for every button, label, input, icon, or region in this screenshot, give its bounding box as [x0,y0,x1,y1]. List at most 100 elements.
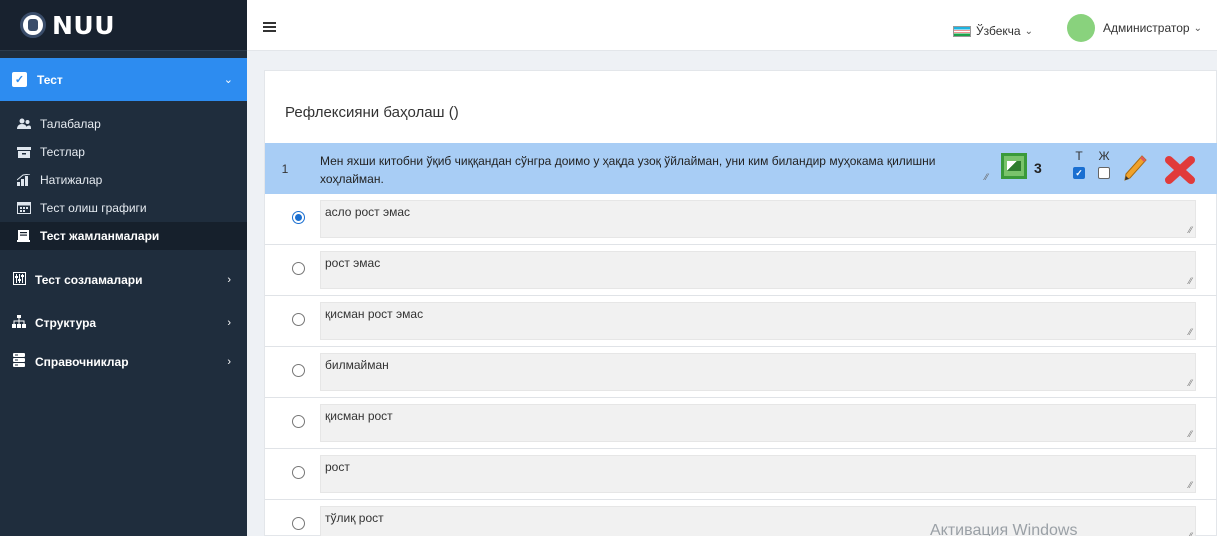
answer-row: билмайман ⁄⁄ [265,347,1217,398]
chevron-down-icon: ⌄ [223,74,233,86]
sidebar-item-results[interactable]: Натижалар [0,166,247,194]
menu-item-label: Справочниклар [35,354,129,369]
answer-text: асло рост эмас [325,205,411,219]
answer-text: қисман рост эмас [325,307,424,321]
close-icon [1165,156,1195,184]
resize-handle-icon[interactable]: ⁄⁄ [1189,531,1192,536]
answer-text: тўлиқ рост [325,511,384,525]
page-title: Рефлексияни баҳолаш () [285,104,459,121]
sidebar-item-label: Натижалар [40,173,103,187]
user-menu[interactable]: Администратор ⌄ [1067,14,1202,42]
uzbekistan-flag-icon [953,25,971,37]
flag-t-label: Т [1075,149,1083,163]
image-gallery-button[interactable] [1001,153,1027,179]
brand-name: NUU [52,10,116,40]
image-icon [1007,161,1021,171]
answer-text-field[interactable]: рост ⁄⁄ [320,455,1196,493]
answer-text-field[interactable]: қисман рост эмас ⁄⁄ [320,302,1196,340]
answer-radio[interactable] [292,364,305,377]
answer-text: билмайман [325,358,389,372]
menu-item-label: Тест [37,72,63,87]
avatar [1067,14,1095,42]
sidebar-item-schedule[interactable]: Тест олиш графиги [0,194,247,222]
answer-text-field[interactable]: рост эмас ⁄⁄ [320,251,1196,289]
question-number: 1 [281,161,289,176]
sidebar: NUU ✓ Тест ⌄ Талабалар Тестлар Натижалар [0,0,247,536]
chevron-right-icon: › [227,355,231,368]
check-square-icon: ✓ [12,72,27,87]
windows-activation-watermark: Активация Windows [930,522,1078,536]
sidebar-item-test-collections[interactable]: Тест жамланмалари [0,222,247,250]
resize-handle-icon[interactable]: ⁄⁄ [1189,327,1192,337]
answer-radio[interactable] [292,313,305,326]
menu-item-structure[interactable]: Структура › [0,301,247,344]
chevron-right-icon: › [227,316,231,329]
sidebar-item-label: Талабалар [40,117,101,131]
menu-item-references[interactable]: Справочниклар › [0,340,247,383]
inbox-icon [17,146,31,158]
sliders-icon [12,271,26,288]
test-card: Рефлексияни баҳолаш () 1 Мен яхши китобн… [264,70,1217,536]
resize-handle-icon[interactable]: ⁄⁄ [985,168,988,186]
answer-radio[interactable] [292,415,305,428]
answer-text-field[interactable]: қисман рост ⁄⁄ [320,404,1196,442]
resize-handle-icon[interactable]: ⁄⁄ [1189,429,1192,439]
sidebar-item-label: Тестлар [40,145,85,159]
flag-zh-checkbox[interactable] [1098,167,1110,179]
question-text-field[interactable]: Мен яхши китобни ўқиб чиққандан сўнгра д… [320,152,990,188]
book-icon [17,230,31,242]
answer-row: қисман рост эмас ⁄⁄ [265,296,1217,347]
flag-t-checkbox[interactable]: ✓ [1073,167,1085,179]
menu-item-label: Тест созламалари [35,272,143,287]
brand-logo[interactable]: NUU [0,0,247,51]
answer-text-field[interactable]: билмайман ⁄⁄ [320,353,1196,391]
hamburger-menu-icon[interactable] [263,22,276,32]
sidebar-item-label: Тест жамланмалари [40,229,160,243]
answer-row: рост ⁄⁄ [265,449,1217,500]
resize-handle-icon[interactable]: ⁄⁄ [1189,276,1192,286]
question-text: Мен яхши китобни ўқиб чиққандан сўнгра д… [320,154,936,186]
users-icon [17,118,31,130]
answer-text: рост эмас [325,256,381,270]
menu-item-test[interactable]: ✓ Тест ⌄ [0,58,247,101]
answer-row: асло рост эмас ⁄⁄ [265,194,1217,245]
university-logo-icon [20,12,46,38]
resize-handle-icon[interactable]: ⁄⁄ [1189,480,1192,490]
answer-text-field[interactable]: асло рост эмас ⁄⁄ [320,200,1196,238]
flag-zh: Ж [1097,149,1111,179]
sidebar-item-tests[interactable]: Тестлар [0,138,247,166]
answer-row: қисман рост ⁄⁄ [265,398,1217,449]
edit-button[interactable] [1122,154,1148,182]
sitemap-icon [12,314,26,331]
chevron-right-icon: › [227,273,231,286]
resize-handle-icon[interactable]: ⁄⁄ [1189,225,1192,235]
menu-item-label: Структура [35,315,97,330]
delete-button[interactable] [1164,155,1196,185]
top-bar: Ўзбекча ⌄ Администратор ⌄ [247,0,1217,51]
question-score: 3 [1034,160,1042,176]
answer-row: рост эмас ⁄⁄ [265,245,1217,296]
answer-radio[interactable] [292,211,305,224]
menu-item-test-settings[interactable]: Тест созламалари › [0,258,247,301]
database-icon [12,353,26,370]
answer-radio[interactable] [292,517,305,530]
question-row: 1 Мен яхши китобни ўқиб чиққандан сўнгра… [265,143,1217,194]
flag-zh-label: Ж [1098,149,1110,163]
sidebar-item-label: Тест олиш графиги [40,201,147,215]
user-name: Администратор [1103,21,1190,35]
calendar-icon [17,202,31,214]
chevron-down-icon: ⌄ [1193,22,1202,34]
chart-icon [17,174,31,186]
language-selector[interactable]: Ўзбекча ⌄ [953,24,1033,38]
answer-radio[interactable] [292,262,305,275]
language-label: Ўзбекча [976,24,1021,38]
sidebar-item-students[interactable]: Талабалар [0,110,247,138]
resize-handle-icon[interactable]: ⁄⁄ [1189,378,1192,388]
answer-radio[interactable] [292,466,305,479]
flag-t: Т ✓ [1072,149,1086,179]
answer-text: қисман рост [325,409,393,423]
pencil-icon [1124,155,1147,181]
chevron-down-icon: ⌄ [1024,25,1033,37]
submenu: Талабалар Тестлар Натижалар Тест олиш гр… [0,110,247,250]
answer-text: рост [325,460,350,474]
